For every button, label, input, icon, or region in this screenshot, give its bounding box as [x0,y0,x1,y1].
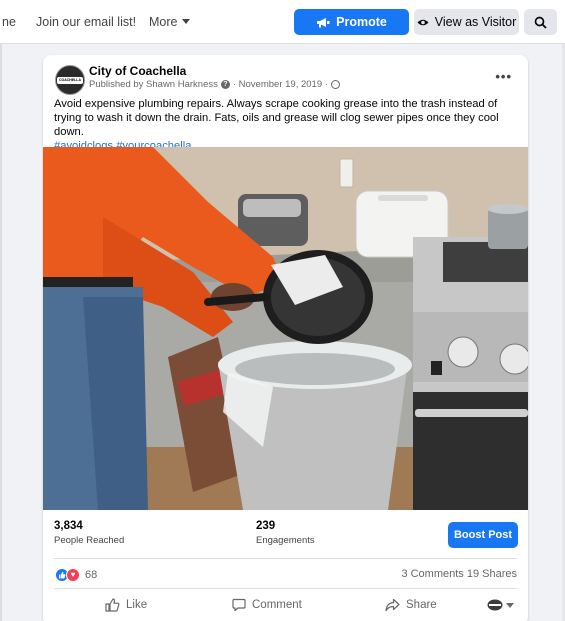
comment-label: Comment [252,599,302,611]
audience-selector[interactable] [487,599,514,611]
nav-email-list-link[interactable]: Join our email list! [36,15,136,29]
page-avatar[interactable]: COACHELLA [55,65,85,95]
view-as-visitor-button[interactable]: View as Visitor [414,9,519,35]
info-icon[interactable]: ? [220,80,230,89]
globe-icon [330,80,340,89]
thumbs-up-icon [105,598,120,612]
post-meta: Published by Shawn Harkness ? · November… [89,79,340,90]
caret-down-icon [182,19,191,24]
stats-divider [54,558,517,559]
nav-home-link[interactable]: ne [2,15,16,29]
more-options-icon[interactable]: ••• [495,69,512,84]
engagements-label: Engagements [256,535,315,546]
caret-down-icon [506,602,514,608]
engagements-value: 239 [256,520,276,532]
nav-more-label: More [149,15,178,29]
published-by-text: Published by Shawn Harkness [89,79,218,90]
kitchen-photo-illustration [43,147,528,510]
page-top-nav: ne Join our email list! More Promote Vie… [0,0,565,44]
comment-button[interactable]: Comment [232,596,302,614]
post-photo[interactable] [43,147,528,510]
post-card: COACHELLA City of Coachella Published by… [43,55,528,621]
nav-more-dropdown[interactable]: More [149,15,191,29]
post-date[interactable]: · November 19, 2019 · [233,79,328,90]
post-body: Avoid expensive plumbing repairs. Always… [54,98,499,138]
actions-divider [54,588,517,589]
like-label: Like [126,599,148,611]
share-label: Share [406,599,437,611]
search-icon [534,16,547,29]
share-button[interactable]: Share [385,596,437,614]
comment-icon [232,598,246,612]
boost-post-button[interactable]: Boost Post [448,522,518,548]
like-button[interactable]: Like [105,596,147,614]
megaphone-icon [317,17,330,27]
left-sidebar-edge [0,44,2,621]
people-reached-value: 3,834 [54,520,83,532]
eye-icon [417,19,429,25]
page-audience-icon [487,599,503,611]
people-reached-label: People Reached [54,535,125,546]
reactions-summary[interactable]: ♥ 68 [55,568,97,582]
love-reaction-icon: ♥ [66,568,80,582]
post-text: Avoid expensive plumbing repairs. Always… [54,97,518,153]
reaction-count: 68 [85,569,98,581]
view-as-visitor-label: View as Visitor [434,15,517,29]
comments-shares-count[interactable]: 3 Comments 19 Shares [401,568,517,580]
search-button[interactable] [524,9,557,35]
avatar-logo-text: COACHELLA [57,76,83,84]
page-name-link[interactable]: City of Coachella [89,64,186,78]
promote-button[interactable]: Promote [294,9,409,35]
promote-label: Promote [336,15,387,29]
share-arrow-icon [385,598,400,612]
